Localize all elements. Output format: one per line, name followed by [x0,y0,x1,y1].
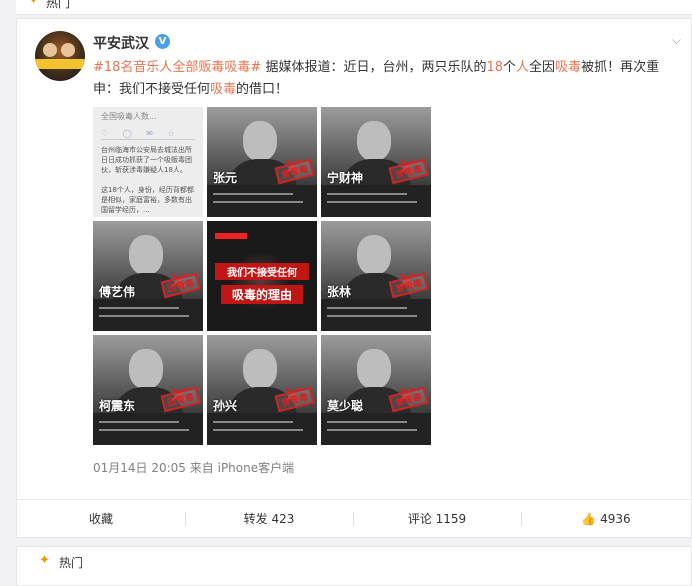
celebrity-name: 柯震东 [99,399,136,413]
image-celebrity[interactable]: 孙兴 ✕ 曾吸毒 [207,335,317,445]
image-anti-drug-slogan[interactable]: 我们不接受任何 吸毒的理由 [207,221,317,331]
celebrity-name: 宁财神 [327,171,364,185]
chevron-down-icon[interactable]: ⌵ [672,33,681,48]
slogan-line-1: 我们不接受任何 [215,263,309,280]
comment-button[interactable]: 评论 1159 [353,500,521,538]
text-segment: 据媒体报道：近日，台州，两只乐队的 [261,60,487,75]
image-celebrity[interactable]: 张元 ✕ 曾吸毒 [207,107,317,217]
hot-star-icon: ✦ [28,0,39,8]
verified-icon: V [155,34,170,49]
hot-star-icon: ✦ [39,553,50,568]
source-prefix: 来自 [189,461,214,475]
image-celebrity[interactable]: 莫少聪 ✕ 曾吸毒 [321,335,431,445]
author-name[interactable]: 平安武汉 [93,33,149,53]
text-segment: 个 [503,60,517,75]
weibo-post-card: 平安武汉 V ⌵ #18名音乐人全部贩毒吸毒# 据媒体报道：近日，台州，两只乐队… [16,18,692,538]
previous-card: ✦ 热门 [16,0,692,15]
thumbs-up-icon: 👍 [581,512,597,526]
highlight-text: 吸毒 [555,60,582,75]
doc-paragraph-2: 这18个人，身份，经历背都都是相似，家庭富裕，多数有出国留学经历，... [101,186,194,214]
like-count: 4936 [600,512,631,526]
image-celebrity[interactable]: 宁财神 ✕ 曾吸毒 [321,107,431,217]
highlight-text: 人 [516,60,530,75]
image-celebrity[interactable]: 柯震东 ✕ 因吸毒 [93,335,203,445]
celebrity-name: 莫少聪 [327,399,364,413]
post-source[interactable]: iPhone客户端 [218,461,295,475]
celebrity-name: 张元 [213,171,238,185]
post-timestamp[interactable]: 01月14日 20:05 [93,461,186,475]
hot-label: 热门 [59,556,84,570]
share-icons: ♡ ◯ ✉ ☆ [101,129,181,138]
celebrity-name: 傅艺伟 [99,285,136,299]
image-celebrity[interactable]: 傅艺伟 ✕ 因吸毒 [93,221,203,331]
highlight-text: 18 [486,60,504,75]
post-meta: 01月14日 20:05 来自 iPhone客户端 [93,459,294,476]
highlight-text: 吸毒 [210,82,237,97]
text-segment: 全因 [529,60,556,75]
action-bar: 收藏 转发 423 评论 1159 👍 4936 [17,499,691,538]
post-text: #18名音乐人全部贩毒吸毒# 据媒体报道：近日，台州，两只乐队的18个人全因吸毒… [93,57,679,101]
image-grid: 全国吸毒人数... ♡ ◯ ✉ ☆ 台州临海市公安局去城法出所日日成功抓获了一个… [93,107,431,449]
image-celebrity[interactable]: 张林 ✕ 曾吸毒 [321,221,431,331]
favorite-button[interactable]: 收藏 [17,500,185,538]
author-avatar[interactable] [35,31,85,81]
celebrity-name: 张林 [327,285,352,299]
text-segment: 的借口！ [236,82,289,97]
repost-button[interactable]: 转发 423 [185,500,353,538]
celebrity-name: 孙兴 [213,399,238,413]
doc-title: 全国吸毒人数... [101,112,157,121]
slogan-line-2: 吸毒的理由 [221,285,303,304]
hot-label: 热门 [46,0,71,10]
highlight-text[interactable]: #18名音乐人全部贩毒吸毒# [93,60,261,75]
hot-section-header: ✦ 热门 [16,546,692,586]
like-button[interactable]: 👍 4936 [521,500,691,538]
doc-paragraph-1: 台州临海市公安局去城法出所日日成功抓获了一个吸贩毒团伙，斩获涉毒嫌疑人18人。 [101,146,192,174]
image-document[interactable]: 全国吸毒人数... ♡ ◯ ✉ ☆ 台州临海市公安局去城法出所日日成功抓获了一个… [93,107,203,217]
